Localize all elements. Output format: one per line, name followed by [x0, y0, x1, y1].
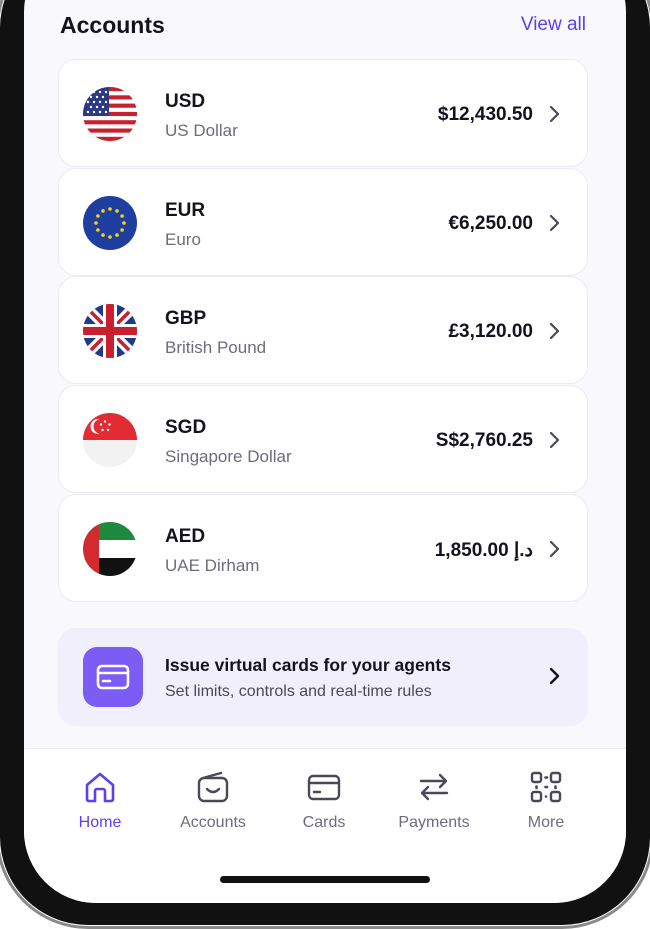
eu-flag-icon: [83, 196, 137, 250]
currency-name: UAE Dirham: [165, 556, 260, 575]
currency-name: Singapore Dollar: [165, 447, 292, 466]
account-row-usd[interactable]: USD US Dollar $12,430.50: [58, 59, 588, 167]
balance-amount: د.إ 1,850.00: [434, 540, 533, 561]
promo-subtitle: Set limits, controls and real-time rules: [165, 683, 432, 700]
account-row-sgd[interactable]: SGD Singapore Dollar S$2,760.25: [58, 385, 588, 493]
tab-payments[interactable]: Payments: [384, 769, 484, 839]
chevron-right-icon: [549, 540, 560, 558]
chevron-right-icon: [549, 667, 560, 685]
wallet-icon: [197, 771, 229, 803]
promo-icon-tile: [83, 647, 143, 707]
ae-flag-icon: [83, 522, 137, 576]
currency-code: EUR: [165, 200, 206, 221]
virtual-cards-promo[interactable]: Issue virtual cards for your agents Set …: [58, 628, 588, 726]
transfer-arrows-icon: [419, 773, 449, 801]
tab-label: Home: [78, 814, 122, 831]
currency-code: GBP: [165, 308, 207, 329]
balance-amount: S$2,760.25: [435, 430, 533, 451]
chevron-right-icon: [549, 322, 560, 340]
currency-code: USD: [165, 91, 206, 112]
us-flag-icon: [83, 87, 137, 141]
tab-more[interactable]: More: [496, 769, 596, 839]
tab-label: More: [527, 814, 565, 831]
balance-amount: $12,430.50: [437, 104, 533, 125]
app-screen: Accounts View all USD US Dollar $12,430.…: [24, 0, 626, 903]
chevron-right-icon: [549, 431, 560, 449]
account-row-eur[interactable]: EUR Euro €6,250.00: [58, 168, 588, 276]
tab-accounts[interactable]: Accounts: [163, 769, 263, 839]
uk-flag-icon: [83, 304, 137, 358]
tab-label: Cards: [302, 814, 346, 831]
tab-label: Payments: [398, 814, 470, 831]
currency-code: AED: [165, 526, 206, 547]
account-row-aed[interactable]: AED UAE Dirham د.إ 1,850.00: [58, 494, 588, 602]
card-icon: [307, 774, 341, 801]
home-indicator: [220, 876, 430, 883]
grid-icon: [530, 771, 562, 803]
sg-flag-icon: [83, 413, 137, 467]
accounts-header: Accounts View all: [60, 8, 586, 42]
tab-label: Accounts: [180, 814, 246, 831]
home-icon: [85, 772, 115, 803]
chevron-right-icon: [549, 214, 560, 232]
promo-title: Issue virtual cards for your agents: [165, 655, 451, 675]
account-row-gbp[interactable]: GBP British Pound £3,120.00: [58, 276, 588, 384]
tab-cards[interactable]: Cards: [274, 769, 374, 839]
section-title: Accounts: [60, 11, 165, 38]
balance-amount: £3,120.00: [448, 321, 533, 342]
view-all-link[interactable]: View all: [521, 14, 586, 36]
balance-amount: €6,250.00: [448, 213, 533, 234]
currency-name: US Dollar: [165, 121, 238, 140]
card-icon: [96, 664, 130, 690]
tab-home[interactable]: Home: [50, 769, 150, 839]
currency-code: SGD: [165, 417, 207, 438]
chevron-right-icon: [549, 105, 560, 123]
currency-name: Euro: [165, 230, 201, 249]
currency-name: British Pound: [165, 338, 267, 357]
